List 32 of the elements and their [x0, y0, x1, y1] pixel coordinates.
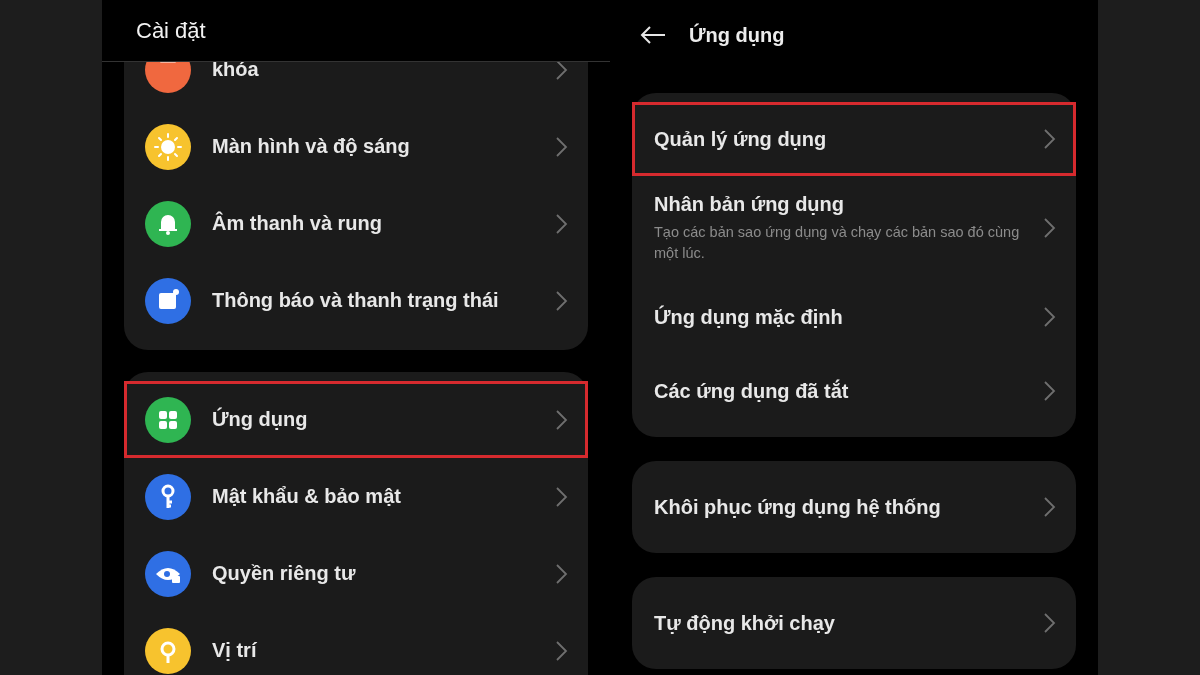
- chevron-icon: [555, 290, 568, 311]
- chevron-icon: [555, 563, 568, 584]
- settings-item[interactable]: khóa: [124, 62, 588, 108]
- settings-item[interactable]: Màn hình và độ sáng: [124, 108, 588, 185]
- settings-item[interactable]: Ứng dụng mặc định: [632, 280, 1076, 354]
- chevron-icon: [1043, 497, 1056, 517]
- settings-item[interactable]: Các ứng dụng đã tắt: [632, 354, 1076, 428]
- settings-item[interactable]: Tự động khởi chạy: [632, 586, 1076, 660]
- chevron-icon: [555, 486, 568, 507]
- back-arrow-icon[interactable]: [640, 26, 666, 44]
- settings-item[interactable]: Vị trí: [124, 612, 588, 675]
- chevron-icon: [1043, 129, 1056, 149]
- chevron-icon: [555, 640, 568, 661]
- chevron-icon: [555, 213, 568, 234]
- chevron-icon: [555, 409, 568, 430]
- chevron-icon: [1043, 307, 1056, 327]
- chevron-icon: [555, 62, 568, 80]
- chevron-icon: [1043, 613, 1056, 633]
- item-description: Tạo các bản sao ứng dụng và chạy các bản sao đó cùng một lúc.: [654, 222, 1021, 263]
- settings-item[interactable]: Mật khẩu & bảo mật: [124, 458, 588, 535]
- chevron-icon: [555, 136, 568, 157]
- screen-title: Ứng dụng: [689, 23, 785, 47]
- settings-item[interactable]: Thông báo và thanh trạng thái: [124, 262, 588, 339]
- settings-item[interactable]: Quyền riêng tư: [124, 535, 588, 612]
- screen-title: Cài đặt: [136, 17, 206, 44]
- settings-item[interactable]: Ứng dụng: [124, 381, 588, 458]
- settings-item[interactable]: Nhân bản ứng dụng Tạo các bản sao ứng dụng và chạy các bản sao đó cùng một lúc.: [632, 176, 1076, 280]
- chevron-icon: [1043, 218, 1056, 238]
- settings-item[interactable]: Quản lý ứng dụng: [632, 102, 1076, 176]
- settings-item[interactable]: Âm thanh và rung: [124, 185, 588, 262]
- chevron-icon: [1043, 381, 1056, 401]
- settings-item[interactable]: Khôi phục ứng dụng hệ thống: [632, 470, 1076, 544]
